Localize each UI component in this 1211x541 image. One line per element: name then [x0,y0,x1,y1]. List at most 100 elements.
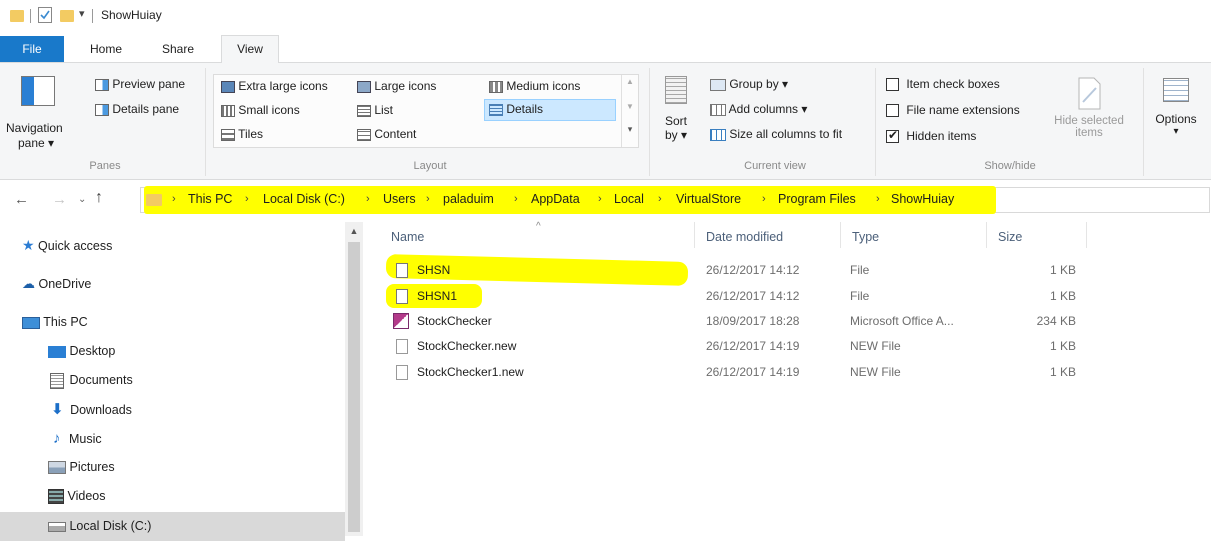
tab-home[interactable]: Home [78,36,134,62]
breadcrumb-local-disk[interactable]: Local Disk (C:) [263,192,345,206]
nav-item-documents[interactable]: Documents [48,366,133,395]
navigation-pane-button[interactable] [14,76,62,120]
list-option[interactable]: List [357,103,393,117]
group-separator [875,68,876,176]
group-separator [1143,68,1144,176]
column-separator[interactable] [986,222,987,248]
preview-pane-label: Preview pane [112,77,186,91]
column-header-size[interactable]: Size [998,230,1022,244]
column-separator[interactable] [1086,222,1087,248]
details-pane-button[interactable]: Details pane [95,102,179,116]
column-separator[interactable] [694,222,695,248]
hidden-items-toggle[interactable]: Hidden items [886,128,976,144]
nav-item-label: Downloads [70,403,132,417]
table-row[interactable]: StockChecker1.new 26/12/2017 14:19 NEW F… [390,360,1090,385]
nav-item-desktop[interactable]: Desktop [48,337,115,366]
file-date: 26/12/2017 14:19 [706,365,800,379]
nav-item-music[interactable]: ♪ Music [48,424,102,453]
size-all-columns-button[interactable]: Size all columns to fit [710,127,842,141]
breadcrumb-virtualstore[interactable]: VirtualStore [676,192,741,206]
show-hide-group-label: Show/hide [984,160,1036,172]
medium-icons-option[interactable]: Medium icons [489,79,580,93]
options-button[interactable]: Options ▾ [1148,76,1204,156]
chevron-icon[interactable]: › [762,193,766,205]
details-option[interactable]: Details [484,99,616,121]
nav-item-this-pc[interactable]: This PC [22,308,88,337]
customize-quick-access-icon[interactable]: ▾ [79,7,85,20]
column-header-name[interactable]: Name [391,230,424,244]
breadcrumb-users[interactable]: Users [383,192,416,206]
file-name-extensions-checkbox[interactable] [886,104,899,118]
properties-icon[interactable] [38,7,52,23]
chevron-icon[interactable]: › [658,193,662,205]
chevron-icon[interactable]: › [514,193,518,205]
hidden-items-checkbox[interactable] [886,128,899,144]
breadcrumb-local[interactable]: Local [614,192,644,206]
preview-pane-button[interactable]: Preview pane [95,77,185,91]
nav-item-local-disk[interactable]: Local Disk (C:) [0,512,345,541]
nav-item-downloads[interactable]: ⬇ Downloads [48,395,132,424]
nav-item-videos[interactable]: Videos [48,482,105,511]
tiles-label: Tiles [238,127,264,141]
back-arrow-icon[interactable]: ← [14,191,29,208]
list-icon [357,104,371,117]
sort-by-label: Sort [664,114,687,128]
new-folder-icon[interactable] [60,10,74,22]
add-columns-button[interactable]: Add columns ▾ [710,102,807,116]
group-by-button[interactable]: Group by ▾ [710,77,788,91]
title-bar: ▾ ShowHuiay [0,0,1211,32]
column-header-date-modified[interactable]: Date modified [706,230,783,244]
table-row[interactable]: SHSN1 26/12/2017 14:12 File 1 KB [390,284,1090,309]
breadcrumb-this-pc[interactable]: This PC [188,192,232,206]
nav-item-label: Videos [67,489,106,503]
file-date: 26/12/2017 14:12 [706,263,800,277]
nav-item-pictures[interactable]: Pictures [48,453,115,482]
recent-locations-icon[interactable]: ⌄ [78,194,86,205]
group-separator [205,68,206,176]
chevron-icon[interactable]: › [598,193,602,205]
content-icon [357,128,371,141]
up-arrow-icon[interactable]: ↑ [95,189,103,207]
extra-large-icons-option[interactable]: Extra large icons [221,79,328,93]
breadcrumb-appdata[interactable]: AppData [531,192,580,206]
hide-selected-items-icon [1078,77,1101,110]
table-row[interactable]: SHSN 26/12/2017 14:12 File 1 KB [390,258,1090,283]
nav-item-label: Quick access [38,239,113,253]
sort-by-button[interactable]: Sort by ▾ [660,76,696,156]
breadcrumb-program-files[interactable]: Program Files [778,192,856,206]
chevron-icon[interactable]: › [876,193,880,205]
table-row[interactable]: StockChecker.new 26/12/2017 14:19 NEW Fi… [390,334,1090,359]
forward-arrow-icon[interactable]: → [52,191,67,208]
nav-scrollbar-thumb[interactable] [348,242,360,532]
large-icons-icon [357,80,371,93]
item-check-boxes-checkbox[interactable] [886,78,899,92]
nav-item-onedrive[interactable]: ☁ OneDrive [22,269,91,298]
large-icons-label: Large icons [374,79,437,93]
column-separator[interactable] [840,222,841,248]
tab-share[interactable]: Share [147,36,209,62]
nav-item-quick-access[interactable]: ★ Quick access [22,231,112,260]
table-row[interactable]: StockChecker 18/09/2017 18:28 Microsoft … [390,309,1090,334]
breadcrumb-showhuiay[interactable]: ShowHuiay [891,192,954,206]
music-icon: ♪ [53,430,61,447]
tiles-option[interactable]: Tiles [221,127,263,141]
column-header-type[interactable]: Type [852,230,879,244]
file-name-extensions-toggle[interactable]: File name extensions [886,103,1020,118]
tab-view[interactable]: View [221,35,279,63]
content-option[interactable]: Content [357,127,416,141]
tab-file[interactable]: File [0,36,64,62]
sort-indicator-icon: ^ [536,221,541,232]
nav-scrollbar[interactable]: ▲ [345,222,363,536]
file-date: 26/12/2017 14:12 [706,289,800,303]
large-icons-option[interactable]: Large icons [357,79,436,93]
hide-selected-items-button[interactable]: Hide selected items [1043,76,1135,150]
access-app-icon [393,313,409,329]
nav-item-label: Desktop [69,344,116,358]
breadcrumb-paladuim[interactable]: paladuim [443,192,494,206]
item-check-boxes-toggle[interactable]: Item check boxes [886,77,1000,92]
chevron-icon[interactable]: › [245,193,249,205]
chevron-icon[interactable]: › [426,193,430,205]
chevron-icon[interactable]: › [366,193,370,205]
layout-gallery-scroll[interactable]: ▲ ▼ ▾ [621,75,638,147]
small-icons-option[interactable]: Small icons [221,103,300,117]
